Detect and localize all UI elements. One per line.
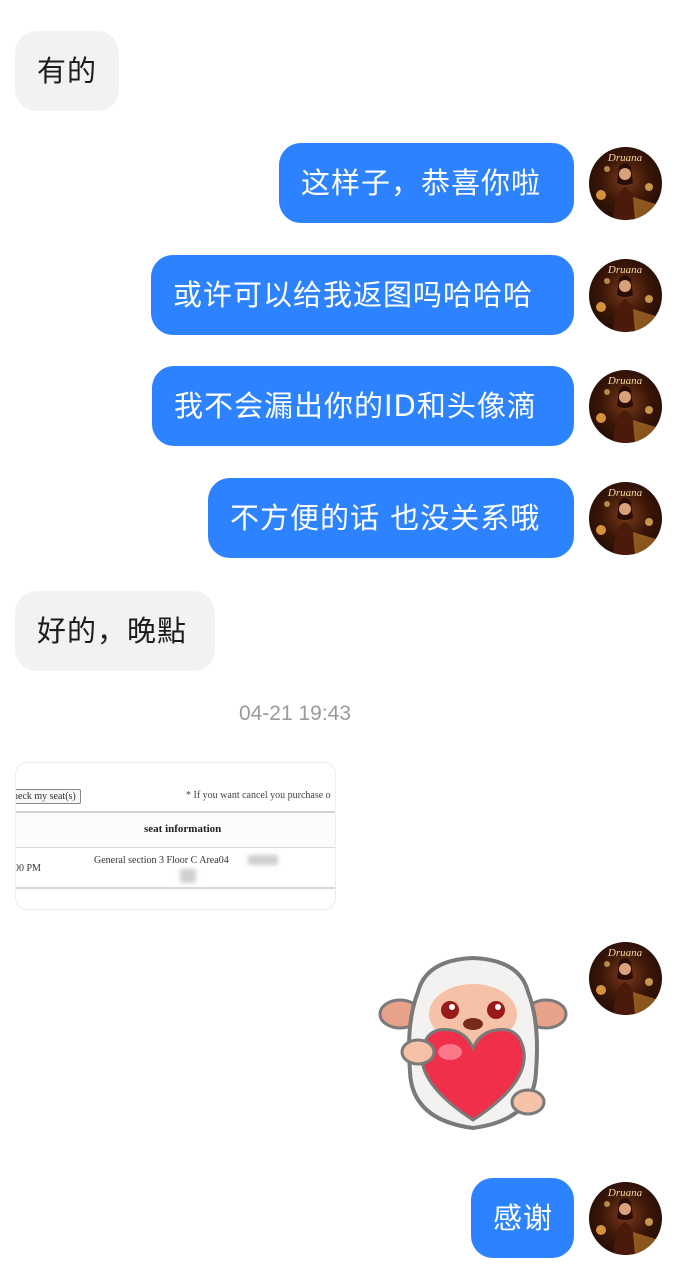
user-avatar[interactable]: Druana (589, 370, 662, 443)
user-avatar[interactable]: Druana (589, 942, 662, 1015)
outgoing-message-bubble[interactable]: 或许可以给我返图吗哈哈哈 (151, 255, 574, 335)
user-avatar[interactable]: Druana (589, 259, 662, 332)
image-message[interactable]: heck my seat(s) * If you want cancel you… (15, 762, 336, 910)
user-avatar[interactable]: Druana (589, 482, 662, 555)
table-header: seat information (16, 813, 335, 848)
svg-text:Druana: Druana (607, 152, 643, 164)
sheep-heart-sticker-icon[interactable] (378, 952, 568, 1134)
avatar-image: Druana (596, 1187, 661, 1255)
avatar-image: Druana (596, 375, 661, 443)
cancel-note: * If you want cancel you purchase o (186, 790, 331, 801)
redacted-area (248, 855, 278, 865)
redacted-area (180, 869, 196, 883)
outgoing-message-bubble[interactable]: 感谢 (471, 1178, 574, 1258)
check-seat-button: heck my seat(s) (16, 789, 81, 804)
svg-text:Druana: Druana (607, 487, 643, 499)
svg-text:Druana: Druana (607, 1187, 643, 1199)
outgoing-message-bubble[interactable]: 这样子，恭喜你啦 (279, 143, 574, 223)
incoming-message-bubble[interactable]: 有的 (15, 31, 119, 111)
divider (16, 887, 335, 889)
avatar-image: Druana (596, 947, 661, 1015)
event-time: 00 PM (15, 863, 41, 874)
svg-text:Druana: Druana (607, 375, 643, 387)
user-avatar[interactable]: Druana (589, 1182, 662, 1255)
incoming-message-bubble[interactable]: 好的，晚點 (15, 591, 215, 671)
avatar-image: Druana (596, 487, 661, 555)
outgoing-message-bubble[interactable]: 不方便的话 也没关系哦 (208, 478, 574, 558)
user-avatar[interactable]: Druana (589, 147, 662, 220)
seat-information-heading: seat information (144, 823, 222, 835)
svg-text:Druana: Druana (607, 264, 643, 276)
outgoing-message-bubble[interactable]: 我不会漏出你的ID和头像滴 (152, 366, 574, 446)
avatar-image: Druana (596, 152, 661, 220)
avatar-image: Druana (596, 264, 661, 332)
svg-text:Druana: Druana (607, 947, 643, 959)
seat-detail: General section 3 Floor C Area04 (94, 855, 229, 866)
message-timestamp: 04-21 19:43 (238, 702, 352, 725)
